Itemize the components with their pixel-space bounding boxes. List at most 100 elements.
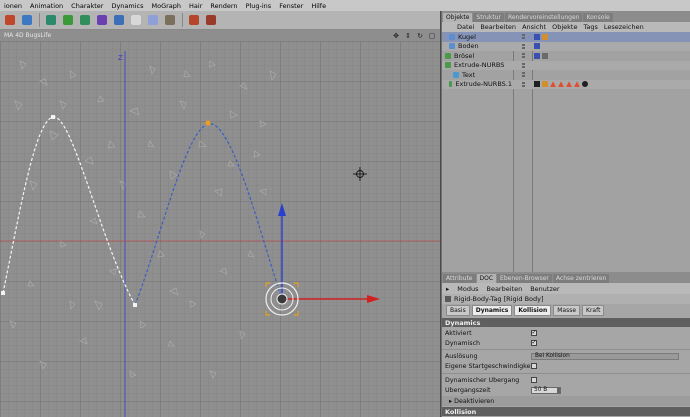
subtab-masse[interactable]: Masse [553,304,581,316]
object-tag-icon[interactable] [534,33,540,40]
maximize-view-icon[interactable]: ▢ [428,32,436,40]
am-menu-benutzer[interactable]: Benutzer [526,285,563,293]
object-name[interactable]: Text [462,71,475,79]
checkbox-eigene-startgeschwindigkeit[interactable] [531,363,537,369]
checkbox-aktiviert[interactable]: ✓ [531,330,537,336]
hair-button[interactable] [162,13,177,28]
object-row[interactable]: Extrude-NURBS.1 [442,79,690,90]
object-name[interactable]: Brösel [454,52,474,60]
object-tag-icon[interactable] [542,81,548,88]
tab-konsole[interactable]: Konsole [583,13,613,22]
menu-item-rendern[interactable]: Rendern [206,2,241,10]
om-menu-tags[interactable]: Tags [580,23,600,31]
polygon-pen-button[interactable] [2,13,17,28]
3d-viewport[interactable]: Z [0,41,440,417]
tab-rendervoreinstellungen[interactable]: Rendervoreinstellungen [504,13,583,22]
checkbox-dynamisch[interactable]: ✓ [531,340,537,346]
spline-point[interactable] [133,303,137,307]
camera-button[interactable] [145,13,160,28]
menu-item-fenster[interactable]: Fenster [275,2,307,10]
array-icon [79,15,90,25]
object-name[interactable]: Extrude-NURBS [454,61,504,69]
viewport-canvas[interactable]: Z [0,41,440,417]
object-row[interactable]: Text [442,70,690,80]
tab-objekte[interactable]: Objekte [443,13,473,22]
am-menu-arrow-icon[interactable]: ▸ [442,285,453,293]
menu-item-hilfe[interactable]: Hilfe [307,2,330,10]
primitive-cube-button[interactable] [19,13,34,28]
spline-point[interactable] [1,291,5,295]
rotate-view-icon[interactable]: ↻ [416,32,424,40]
section-dynamics[interactable]: Dynamics [442,318,690,327]
visibility-dots-icon[interactable] [515,72,531,78]
object-name-cell: Extrude-NURBS.1 [442,80,512,90]
om-menu-datei[interactable]: Datei [454,23,477,31]
om-menu-lesezeichen[interactable]: Lesezeichen [601,23,647,31]
am-menu-bearbeiten[interactable]: Bearbeiten [482,285,526,293]
spline-point-active[interactable] [205,120,211,126]
menu-item-animation[interactable]: Animation [26,2,67,10]
object-name[interactable]: Extrude-NURBS.1 [455,80,512,88]
object-name[interactable]: Kugel [458,33,476,41]
object-tag-icon[interactable] [534,81,540,88]
tab-attribute[interactable]: Attribute [443,274,476,283]
visibility-dots-icon[interactable] [515,53,531,59]
object-tag-icon[interactable] [566,81,572,88]
om-menu-objekte[interactable]: Objekte [549,23,580,31]
nurbs-button[interactable] [60,13,75,28]
menu-item-ionen[interactable]: ionen [0,2,26,10]
stepper-icon[interactable] [557,387,560,393]
subtab-basis[interactable]: Basis [446,304,470,316]
om-menu-ansicht[interactable]: Ansicht [519,23,549,31]
row-deaktivieren[interactable]: ▸ Deaktivieren [442,396,690,406]
subtab-kollision[interactable]: Kollision [514,304,552,316]
render-view-button[interactable] [203,13,218,28]
object-tag-icon[interactable] [582,81,588,88]
visibility-dots-icon[interactable] [515,62,531,68]
menu-item-plugins[interactable]: Plug-ins [242,2,276,10]
menu-item-mograph[interactable]: MoGraph [148,2,186,10]
subtab-kraft[interactable]: Kraft [582,304,605,316]
render-region-button[interactable] [186,13,201,28]
section-kollision[interactable]: Kollision [442,407,690,416]
move-view-icon[interactable]: ✥ [392,32,400,40]
menu-item-charakter[interactable]: Charakter [67,2,107,10]
object-row[interactable]: Boden [442,41,690,51]
visibility-dots-icon[interactable] [515,34,531,40]
object-tag-icon[interactable] [558,81,564,88]
array-button[interactable] [77,13,92,28]
visibility-dots-icon[interactable] [515,43,531,49]
spline-point[interactable] [51,115,55,119]
om-menu-bearbeiten[interactable]: Bearbeiten [477,23,519,31]
object-row[interactable]: Kugel [442,32,690,42]
tab-ebenen-browser[interactable]: Ebenen-Browser [497,274,552,283]
object-row[interactable]: Brösel [442,51,690,61]
label-deaktivieren[interactable]: ▸ Deaktivieren [445,398,531,405]
object-tag-icon[interactable] [534,52,540,59]
scene-button[interactable] [111,13,126,28]
menu-item-hair[interactable]: Hair [185,2,206,10]
input-uebergangszeit[interactable]: 50 B [531,386,561,394]
deformer-button[interactable] [94,13,109,28]
am-menu-modus[interactable]: Modus [453,285,482,293]
subtab-dynamics[interactable]: Dynamics [471,304,513,316]
tab-achse-zentrieren[interactable]: Achse zentrieren [552,274,610,283]
object-tag-icon[interactable] [542,52,548,59]
menu-item-dynamics[interactable]: Dynamics [107,2,147,10]
checkbox-dynamischer-uebergang[interactable] [531,377,537,383]
tab-doc[interactable]: DOC [476,274,497,283]
object-tags [534,80,588,90]
zoom-view-icon[interactable]: ⇕ [404,32,412,40]
object-tag-icon[interactable] [574,81,580,88]
tab-struktur[interactable]: Struktur [473,13,504,22]
object-row[interactable]: Extrude-NURBS [442,60,690,70]
viewport-tab[interactable]: MA 4D BugsLife [4,32,51,39]
visibility-dots-icon[interactable] [515,81,531,87]
spline-pen-button[interactable] [43,13,58,28]
object-tag-icon[interactable] [550,81,556,88]
object-name[interactable]: Boden [458,42,479,50]
object-tag-icon[interactable] [542,33,548,40]
dropdown-ausloesung[interactable]: Bei Kollision [531,352,679,360]
light-button[interactable] [128,13,143,28]
object-tag-icon[interactable] [534,43,540,50]
